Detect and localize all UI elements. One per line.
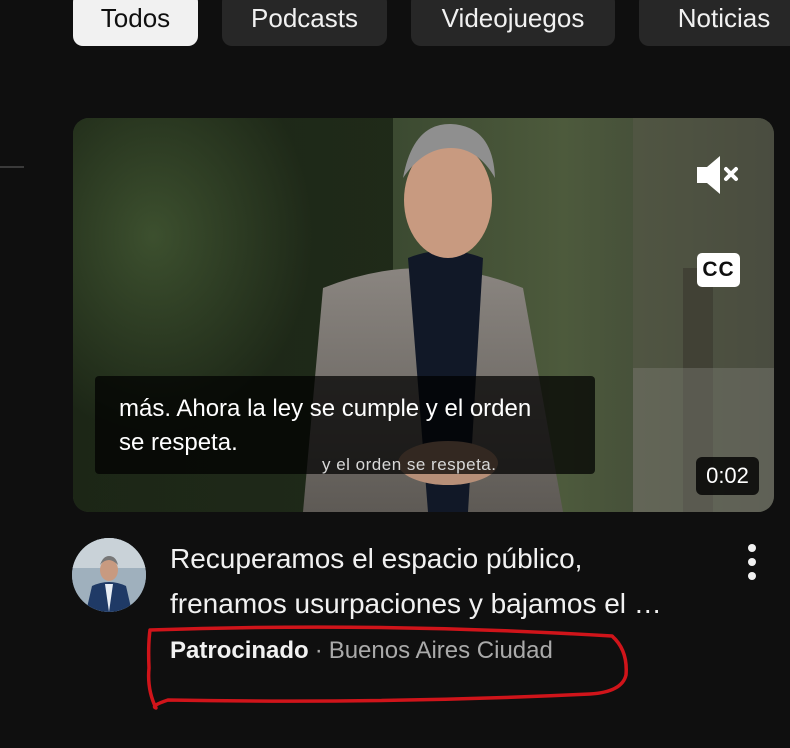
burned-in-subtitle: y el orden se respeta.	[322, 455, 497, 474]
sponsored-label: Patrocinado	[170, 637, 309, 664]
filter-chip-bar: Todos Podcasts Videojuegos Noticias	[73, 0, 790, 46]
video-title[interactable]: Recuperamos el espacio público, frenamos…	[170, 536, 730, 626]
chip-videojuegos[interactable]: Videojuegos	[411, 0, 615, 46]
caption-line-1: más. Ahora la ley se cumple y el orden	[119, 395, 532, 422]
video-title-line-1: Recuperamos el espacio público,	[170, 543, 583, 574]
chip-noticias[interactable]: Noticias	[639, 0, 790, 46]
channel-name[interactable]: Buenos Aires Ciudad	[329, 637, 553, 664]
chip-todos[interactable]: Todos	[73, 0, 198, 46]
channel-avatar[interactable]	[72, 538, 146, 612]
video-title-line-2: frenamos usurpaciones y bajamos el …	[170, 588, 662, 619]
sidebar-divider	[0, 166, 24, 168]
meta-separator: ·	[314, 637, 323, 664]
duration-badge: 0:02	[696, 457, 759, 495]
closed-captions-button[interactable]: CC	[697, 253, 740, 287]
speaker-muted-icon[interactable]	[694, 150, 744, 200]
video-metadata: Patrocinado · Buenos Aires Ciudad	[170, 636, 553, 666]
more-vert-icon[interactable]	[740, 542, 764, 582]
chip-podcasts[interactable]: Podcasts	[222, 0, 387, 46]
